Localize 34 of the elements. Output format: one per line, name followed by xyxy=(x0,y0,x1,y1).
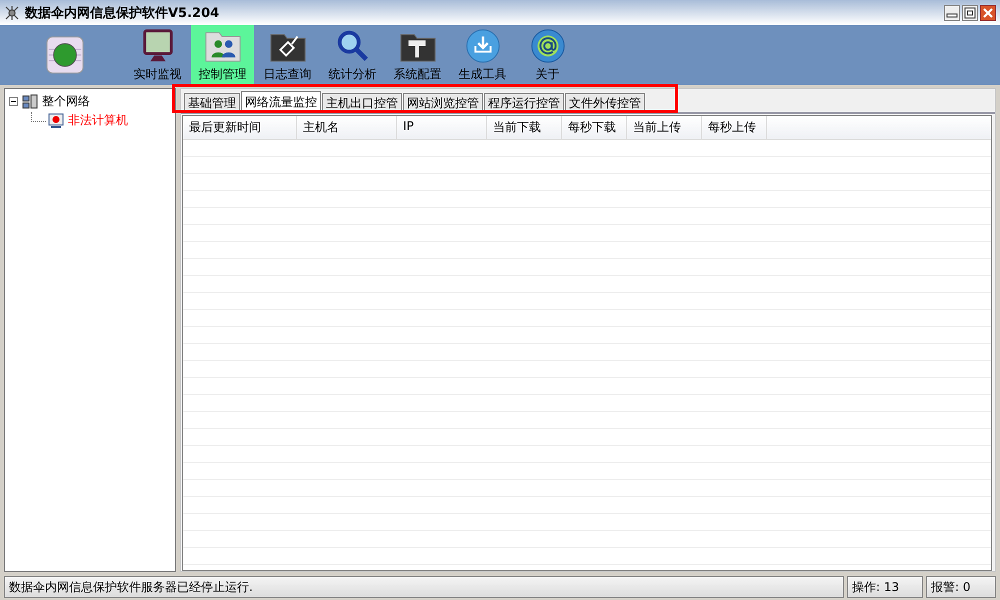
collapse-toggle[interactable] xyxy=(9,97,20,106)
download-disc-icon xyxy=(464,27,502,65)
minimize-button[interactable] xyxy=(944,4,960,20)
close-button[interactable] xyxy=(980,4,996,20)
column-header[interactable]: 主机名 xyxy=(297,116,397,139)
at-sign-icon xyxy=(528,27,566,65)
maximize-button[interactable] xyxy=(962,4,978,20)
toolbar-button[interactable]: 系统配置 xyxy=(386,25,449,85)
column-header[interactable]: 每秒上传 xyxy=(702,116,767,139)
toolbar-button[interactable]: 统计分析 xyxy=(321,25,384,85)
toolbar-button[interactable]: 实时监视 xyxy=(126,25,189,85)
operation-count: 操作: 13 xyxy=(847,576,923,598)
window-title: 数据伞内网信息保护软件V5.204 xyxy=(25,4,220,22)
column-header[interactable]: 每秒下载 xyxy=(562,116,627,139)
alarm-count: 报警: 0 xyxy=(926,576,996,598)
column-header[interactable]: IP xyxy=(397,116,487,139)
tab[interactable]: 网络流量监控 xyxy=(241,91,321,112)
column-header[interactable]: 最后更新时间 xyxy=(183,116,297,139)
tree-item[interactable]: 非法计算机 xyxy=(66,112,130,129)
toolbar-button[interactable]: 关于 xyxy=(516,25,579,85)
toolbar-button[interactable]: 控制管理 xyxy=(191,25,254,85)
logo-icon xyxy=(46,36,84,74)
network-computer-icon xyxy=(22,94,38,110)
computer-warning-icon xyxy=(48,112,64,128)
toolbar-button[interactable]: 生成工具 xyxy=(451,25,514,85)
close-icon xyxy=(982,6,994,18)
toolbar-button[interactable]: 日志查询 xyxy=(256,25,319,85)
column-header[interactable]: 当前下载 xyxy=(487,116,562,139)
minimize-icon xyxy=(946,13,958,18)
column-header[interactable]: 当前上传 xyxy=(627,116,702,139)
status-message: 数据伞内网信息保护软件服务器已经停止运行. xyxy=(4,576,844,598)
tree-item[interactable]: 整个网络 xyxy=(40,93,92,110)
spider-icon xyxy=(4,4,20,20)
restore-icon xyxy=(964,6,976,18)
